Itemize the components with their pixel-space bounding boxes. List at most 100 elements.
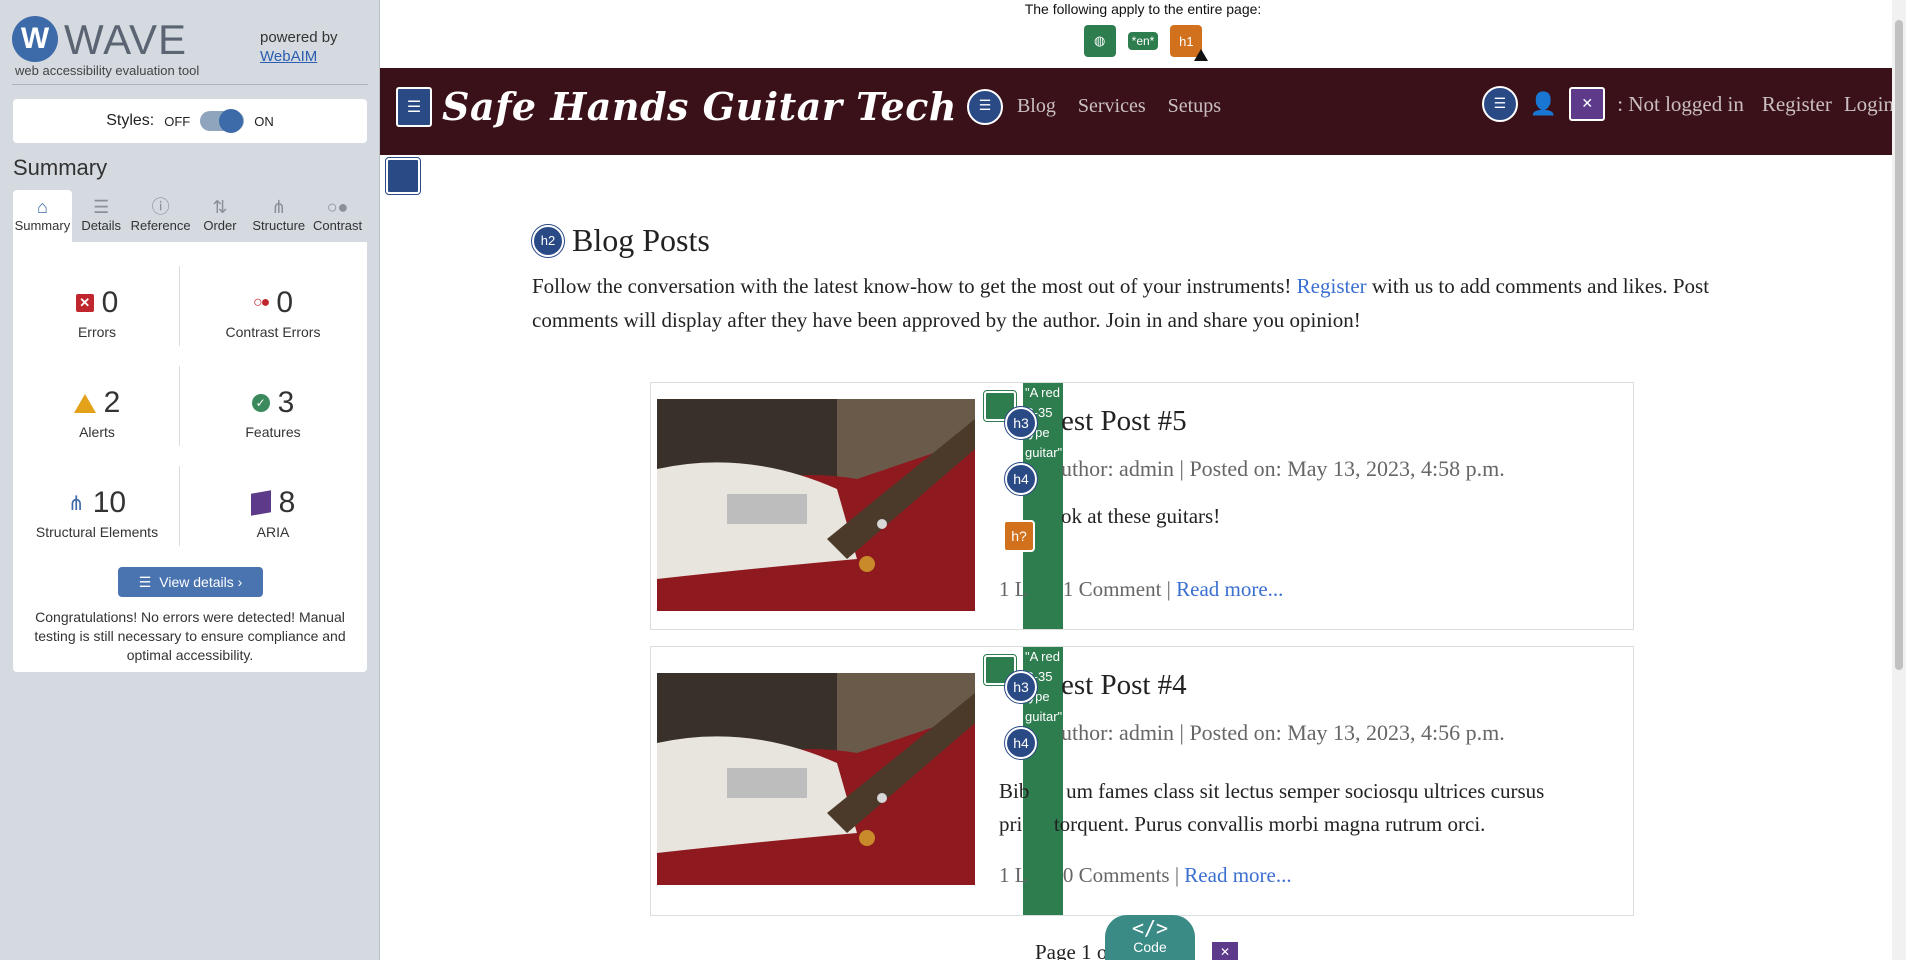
stat-aria[interactable]: 8 ARIA xyxy=(193,486,353,540)
code-toggle-button[interactable]: </> Code xyxy=(1105,915,1195,960)
post-thumbnail[interactable] xyxy=(657,399,975,611)
contrast-errors-count: 0 xyxy=(276,286,293,319)
post-card[interactable]: "A red S-35 type guitar" h3 h4 h? est Po… xyxy=(650,382,1634,630)
guitar-image xyxy=(657,399,975,611)
evaluated-page: The following apply to the entire page: … xyxy=(380,0,1906,960)
register-link[interactable]: Register xyxy=(1762,92,1832,117)
language-icon[interactable]: ◍ xyxy=(1083,25,1116,57)
stat-alerts[interactable]: 2 Alerts xyxy=(17,386,177,440)
post-excerpt-line-2: pri torquent. Purus convallis morbi magn… xyxy=(999,812,1486,836)
styles-on-label: ON xyxy=(254,113,274,129)
tab-label: Contrast xyxy=(313,218,363,233)
tab-label: Details xyxy=(81,218,122,233)
nav-services-link[interactable]: Services xyxy=(1078,95,1146,118)
list-icon: ☰ xyxy=(138,573,152,590)
nav-list-icon[interactable]: ☰ xyxy=(1481,86,1518,122)
post-meta: uthor: admin | Posted on: May 13, 2023, … xyxy=(1061,720,1505,745)
h2-badge-icon[interactable]: h2 xyxy=(531,223,565,258)
h3-badge-icon[interactable]: h3 xyxy=(1004,406,1038,440)
warning-icon xyxy=(1194,49,1209,61)
aria-label-icon[interactable]: ✕ xyxy=(1210,940,1240,960)
read-more-link[interactable]: Read more... xyxy=(1184,863,1291,887)
webaim-link[interactable]: WebAIM xyxy=(260,47,338,66)
structural-count: 10 xyxy=(92,486,127,519)
nav-setups-link[interactable]: Setups xyxy=(1168,95,1221,118)
h4-badge-icon[interactable]: h4 xyxy=(1004,726,1038,760)
post-title[interactable]: est Post #4 xyxy=(1061,669,1505,702)
guitar-image xyxy=(657,673,975,885)
tab-reference[interactable]: ⓘ Reference xyxy=(131,190,191,242)
tab-structure[interactable]: ⋔ Structure xyxy=(249,190,308,242)
congrats-message: Congratulations! No errors were detected… xyxy=(34,609,346,663)
contrast-error-icon: ○● xyxy=(252,294,270,311)
order-icon: ⇅ xyxy=(212,197,228,217)
apply-icon-row: ◍ *en* h1 xyxy=(380,25,1906,61)
h3-badge-icon[interactable]: h3 xyxy=(1004,670,1038,704)
h4-badge-icon[interactable]: h4 xyxy=(1004,462,1038,496)
stat-features[interactable]: ✓ 3 Features xyxy=(193,386,353,440)
structure-icon: ⋔ xyxy=(67,492,85,515)
intro-register-link[interactable]: Register xyxy=(1297,274,1367,298)
h1-label: h1 xyxy=(1179,33,1194,49)
header-region-icon[interactable]: ☰ xyxy=(396,86,432,127)
nav-right: ☰ 👤 ✕ : Not logged in Register Login xyxy=(1481,86,1894,122)
login-link[interactable]: Login xyxy=(1844,92,1894,117)
error-icon: ✕ xyxy=(75,294,94,312)
h1-alert-icon[interactable]: h1 xyxy=(1170,25,1209,61)
view-details-label: View details › xyxy=(159,574,243,590)
structure-icon: ⋔ xyxy=(271,197,287,217)
tab-contrast[interactable]: ○● Contrast xyxy=(308,190,367,242)
post-footer: 1 L 1 Comment | Read more... xyxy=(999,577,1283,602)
stat-divider xyxy=(179,366,180,446)
post-title[interactable]: est Post #5 xyxy=(1061,405,1681,438)
post-excerpt: ok at these guitars! xyxy=(1061,504,1221,528)
main-region-icon[interactable] xyxy=(385,157,421,195)
post-body: est Post #4 uthor: admin | Posted on: Ma… xyxy=(1061,669,1505,746)
post-footer: 1 L 0 Comments | Read more... xyxy=(999,863,1292,888)
alerts-count: 2 xyxy=(103,386,121,419)
tab-details[interactable]: ☰ Details xyxy=(72,190,131,242)
code-icon: </> xyxy=(1131,916,1169,940)
stat-contrast-errors[interactable]: ○● 0 Contrast Errors xyxy=(193,286,353,340)
stat-structural[interactable]: ⋔ 10 Structural Elements xyxy=(17,486,177,540)
wave-title: WAVE xyxy=(64,16,188,63)
page-title: Blog Posts xyxy=(572,222,710,258)
read-more-link[interactable]: Read more... xyxy=(1176,577,1283,601)
nav-blog-link[interactable]: Blog xyxy=(1017,95,1056,118)
post-footer-row: 1 L 1 Comment | Read more... xyxy=(999,577,1283,602)
list-icon: ☰ xyxy=(93,197,110,217)
contrast-errors-label: Contrast Errors xyxy=(225,324,321,340)
styles-toggle[interactable] xyxy=(200,109,245,133)
intro-text-1: Follow the conversation with the latest … xyxy=(532,274,1297,298)
post-thumbnail[interactable] xyxy=(657,673,975,885)
view-details-button[interactable]: ☰ View details › xyxy=(118,567,263,597)
page-heading-row: h2 Blog Posts xyxy=(531,222,1772,259)
aria-label: ARIA xyxy=(256,524,290,540)
alerts-label: Alerts xyxy=(79,424,115,440)
lang-en-badge[interactable]: *en* xyxy=(1127,32,1159,50)
aria-icon xyxy=(250,490,271,516)
code-label: Code xyxy=(1133,939,1167,955)
features-count: 3 xyxy=(277,386,295,419)
post-card[interactable]: "A red S-35 type guitar" h3 h4 est Post … xyxy=(650,646,1634,916)
home-icon: ⌂ xyxy=(36,197,48,217)
site-title[interactable]: Safe Hands Guitar Tech xyxy=(442,84,957,129)
powered-by-text: powered by xyxy=(260,29,338,46)
tab-order[interactable]: ⇅ Order xyxy=(191,190,250,242)
features-label: Features xyxy=(245,424,301,440)
pagination-text: Page 1 o xyxy=(1035,940,1108,960)
app: W WAVE web accessibility evaluation tool… xyxy=(0,0,1920,960)
scrollbar-thumb[interactable] xyxy=(1895,20,1903,670)
stat-errors[interactable]: ✕ 0 Errors xyxy=(17,286,177,340)
aria-label-icon[interactable]: ✕ xyxy=(1569,87,1606,121)
structural-label: Structural Elements xyxy=(35,524,159,540)
powered-by: powered by WebAIM xyxy=(260,28,338,66)
alert-icon xyxy=(73,393,96,413)
page-scrollbar[interactable] xyxy=(1892,0,1906,960)
wave-tabs: ⌂ Summary ☰ Details ⓘ Reference ⇅ Order ⋔ Str… xyxy=(13,190,367,242)
apply-text: The following apply to the entire page: xyxy=(1024,1,1262,17)
possible-heading-alert-icon[interactable]: h? xyxy=(1003,520,1035,552)
tab-summary[interactable]: ⌂ Summary xyxy=(13,190,72,242)
wave-subtitle: web accessibility evaluation tool xyxy=(15,63,200,78)
nav-list-icon[interactable]: ☰ xyxy=(966,88,1003,125)
